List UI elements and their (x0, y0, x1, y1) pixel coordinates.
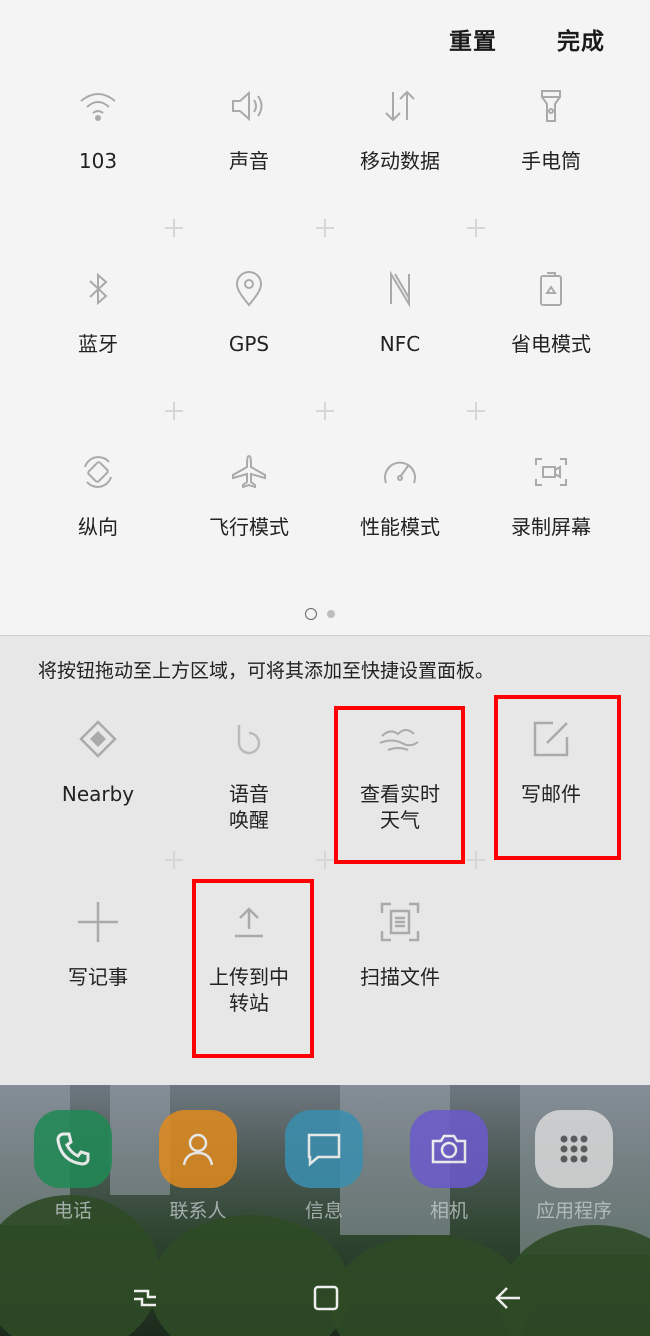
tile-label: 写记事 (68, 965, 128, 989)
tile-label: 蓝牙 (78, 332, 118, 356)
grid-plus-marker (467, 402, 485, 420)
tile-label: GPS (228, 332, 270, 356)
dock-app-apps[interactable]: 应用程序 (533, 1110, 615, 1223)
tile-label: NFC (379, 332, 421, 356)
tile-rotation[interactable]: 纵向 (23, 442, 173, 540)
dock-app-phone[interactable]: 电话 (32, 1110, 114, 1223)
flashlight-icon (476, 76, 626, 136)
tile-mobile-data[interactable]: 移动数据 (325, 76, 475, 174)
nfc-icon (325, 259, 475, 319)
grid-plus-marker (165, 402, 183, 420)
phone-icon (34, 1110, 112, 1188)
tile-label: 省电模式 (511, 332, 591, 356)
tile-nfc[interactable]: NFC (325, 259, 475, 357)
recents-icon (134, 1289, 156, 1307)
tile-bluetooth[interactable]: 蓝牙 (23, 259, 173, 357)
back-arrow-icon (495, 1287, 520, 1309)
home-button[interactable] (306, 1278, 346, 1318)
dock-app-contacts[interactable]: 联系人 (157, 1110, 239, 1223)
drag-hint-text: 将按钮拖动至上方区域，可将其添加至快捷设置面板。 (38, 660, 495, 682)
tile-gps[interactable]: GPS (174, 259, 324, 357)
airplane-icon (174, 442, 324, 502)
power-saving-icon (476, 259, 626, 319)
tile-label: 纵向 (78, 515, 118, 539)
tile-flashlight[interactable]: 手电筒 (476, 76, 626, 174)
tile-screen-record[interactable]: 录制屏幕 (476, 442, 626, 540)
tile-performance[interactable]: 性能模式 (325, 442, 475, 540)
nearby-icon (23, 709, 173, 769)
bluetooth-icon (23, 259, 173, 319)
highlight-box-compose-mail (494, 695, 621, 860)
sound-icon (174, 76, 324, 136)
screen-record-icon (476, 442, 626, 502)
bixby-icon (174, 709, 324, 769)
tile-wifi[interactable]: 103 (23, 76, 173, 174)
scan-icon (325, 892, 475, 952)
available-tile-nearby[interactable]: Nearby (23, 709, 173, 807)
tile-label: 扫描文件 (360, 965, 440, 989)
tile-label: 语音 唤醒 (229, 782, 269, 832)
tile-label: 移动数据 (360, 149, 440, 173)
available-tile-scan-document[interactable]: 扫描文件 (325, 892, 475, 990)
message-icon (285, 1110, 363, 1188)
wifi-icon (23, 76, 173, 136)
back-button[interactable] (488, 1278, 528, 1318)
mobile-data-icon (325, 76, 475, 136)
tile-power-saving[interactable]: 省电模式 (476, 259, 626, 357)
dock-app-camera[interactable]: 相机 (408, 1110, 490, 1223)
grid-plus-marker (316, 219, 334, 237)
dock-label: 应用程序 (535, 1200, 612, 1222)
grid-plus-marker (467, 219, 485, 237)
page-dot[interactable] (327, 610, 335, 618)
performance-icon (325, 442, 475, 502)
dock-label: 相机 (429, 1200, 468, 1222)
available-tile-add-note[interactable]: 写记事 (23, 892, 173, 990)
dock-label: 联系人 (169, 1200, 227, 1222)
grid-plus-marker (316, 402, 334, 420)
tile-label: 声音 (229, 149, 269, 173)
tile-airplane[interactable]: 飞行模式 (174, 442, 324, 540)
grid-plus-marker (165, 851, 183, 869)
page-dot-active[interactable] (305, 608, 317, 620)
add-note-icon (23, 892, 173, 952)
page-indicator (305, 608, 335, 620)
available-tile-voice-wakeup[interactable]: 语音 唤醒 (174, 709, 324, 833)
rotation-icon (23, 442, 173, 502)
tile-label: 103 (78, 149, 118, 173)
grid-plus-marker (316, 851, 334, 869)
done-button[interactable]: 完成 (557, 22, 605, 56)
apps-icon (535, 1110, 613, 1188)
tile-label: 性能模式 (360, 515, 440, 539)
tile-label: 飞行模式 (209, 515, 289, 539)
recent-apps-button[interactable] (125, 1278, 165, 1318)
tile-sound[interactable]: 声音 (174, 76, 324, 174)
location-icon (174, 259, 324, 319)
dock-app-messages[interactable]: 信息 (283, 1110, 365, 1223)
highlight-box-upload (192, 879, 314, 1058)
home-icon (313, 1285, 339, 1311)
grid-plus-marker (467, 851, 485, 869)
contacts-icon (159, 1110, 237, 1188)
tile-label: 手电筒 (521, 149, 581, 173)
tile-label: 录制屏幕 (511, 515, 591, 539)
dock-label: 电话 (53, 1200, 92, 1222)
dock-label: 信息 (304, 1200, 343, 1222)
reset-button[interactable]: 重置 (449, 22, 497, 56)
highlight-box-weather (334, 706, 465, 864)
camera-icon (410, 1110, 488, 1188)
tile-label: Nearby (61, 782, 135, 806)
grid-plus-marker (165, 219, 183, 237)
